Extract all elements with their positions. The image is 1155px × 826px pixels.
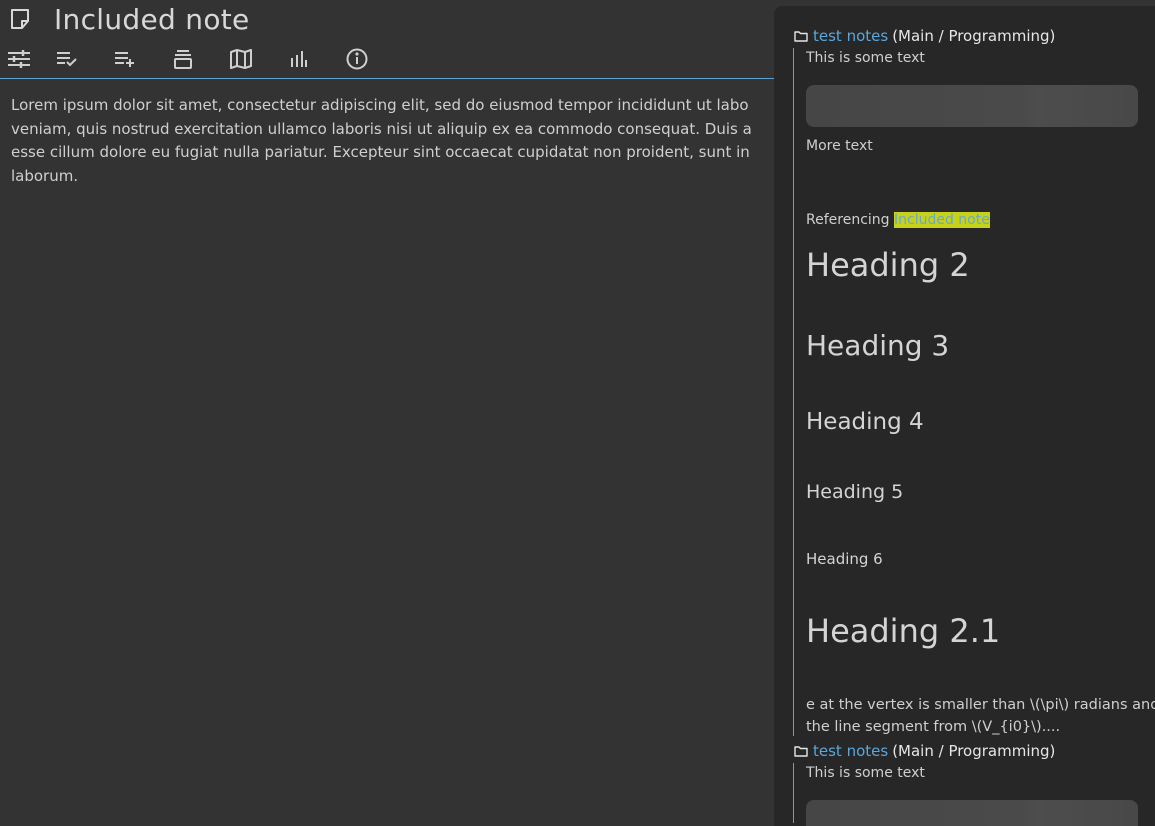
- reference-body: This is some text: [793, 763, 1139, 826]
- note-toolbar: [0, 44, 780, 79]
- map-button[interactable]: [212, 45, 270, 77]
- folder-icon: [794, 29, 808, 43]
- backlinks-panel: test notes (Main / Programming) This is …: [774, 6, 1155, 826]
- map-icon: [230, 49, 252, 73]
- tune-button[interactable]: [0, 45, 38, 77]
- reference-path: (Main / Programming): [892, 742, 1056, 760]
- reference-note-link[interactable]: test notes: [813, 742, 888, 760]
- reference-header: test notes (Main / Programming): [794, 740, 1055, 762]
- content-line: laborum.: [11, 166, 79, 185]
- note-icon: [8, 7, 32, 31]
- checklist-button[interactable]: [38, 45, 96, 77]
- code-block: [806, 85, 1138, 127]
- stats-button[interactable]: [270, 45, 328, 77]
- heading-6: Heading 6: [806, 550, 883, 568]
- excerpt: e at the vertex is smaller than \(\pi\) …: [806, 694, 1155, 738]
- heading-2: Heading 2: [806, 246, 970, 284]
- content-line: veniam, quis nostrud exercitation ullamc…: [11, 119, 752, 138]
- paragraph-text: More text: [806, 138, 873, 154]
- excerpt-line: e at the vertex is smaller than \(\pi\) …: [806, 697, 1155, 713]
- reference-note-link[interactable]: test notes: [813, 27, 888, 45]
- tune-icon: [8, 49, 30, 73]
- note-title[interactable]: Included note: [54, 3, 250, 36]
- folder-icon: [794, 744, 808, 758]
- paragraph-text: This is some text: [806, 50, 925, 66]
- reference-path: (Main / Programming): [892, 27, 1056, 45]
- content-line: Lorem ipsum dolor sit amet, consectetur …: [11, 96, 749, 114]
- title-row: Included note: [8, 2, 250, 36]
- referencing-line: Referencing Included note: [806, 212, 990, 228]
- bar-chart-icon: [290, 50, 308, 72]
- heading-2-1: Heading 2.1: [806, 612, 1001, 650]
- info-button[interactable]: [328, 45, 386, 77]
- excerpt-line: the line segment from \(V_{i0}\)....: [806, 719, 1061, 735]
- add-to-list-button[interactable]: [96, 45, 154, 77]
- reference-header: test notes (Main / Programming): [794, 25, 1055, 47]
- reference-body: This is some text More text Referencing …: [793, 48, 1155, 736]
- info-icon: [346, 48, 368, 74]
- heading-5: Heading 5: [806, 481, 904, 503]
- playlist-plus-icon: [115, 51, 135, 71]
- code-block: [806, 800, 1138, 826]
- heading-3: Heading 3: [806, 329, 950, 362]
- referencing-link[interactable]: Included note: [894, 212, 990, 228]
- heading-4: Heading 4: [806, 409, 924, 435]
- note-content[interactable]: Lorem ipsum dolor sit amet, consectetur …: [11, 94, 775, 188]
- paragraph-text: This is some text: [806, 765, 925, 781]
- playlist-check-icon: [57, 51, 77, 71]
- archive-icon: [174, 49, 192, 73]
- archive-button[interactable]: [154, 45, 212, 77]
- referencing-prefix: Referencing: [806, 212, 894, 228]
- content-line: esse cillum dolore eu fugiat nulla paria…: [11, 143, 750, 162]
